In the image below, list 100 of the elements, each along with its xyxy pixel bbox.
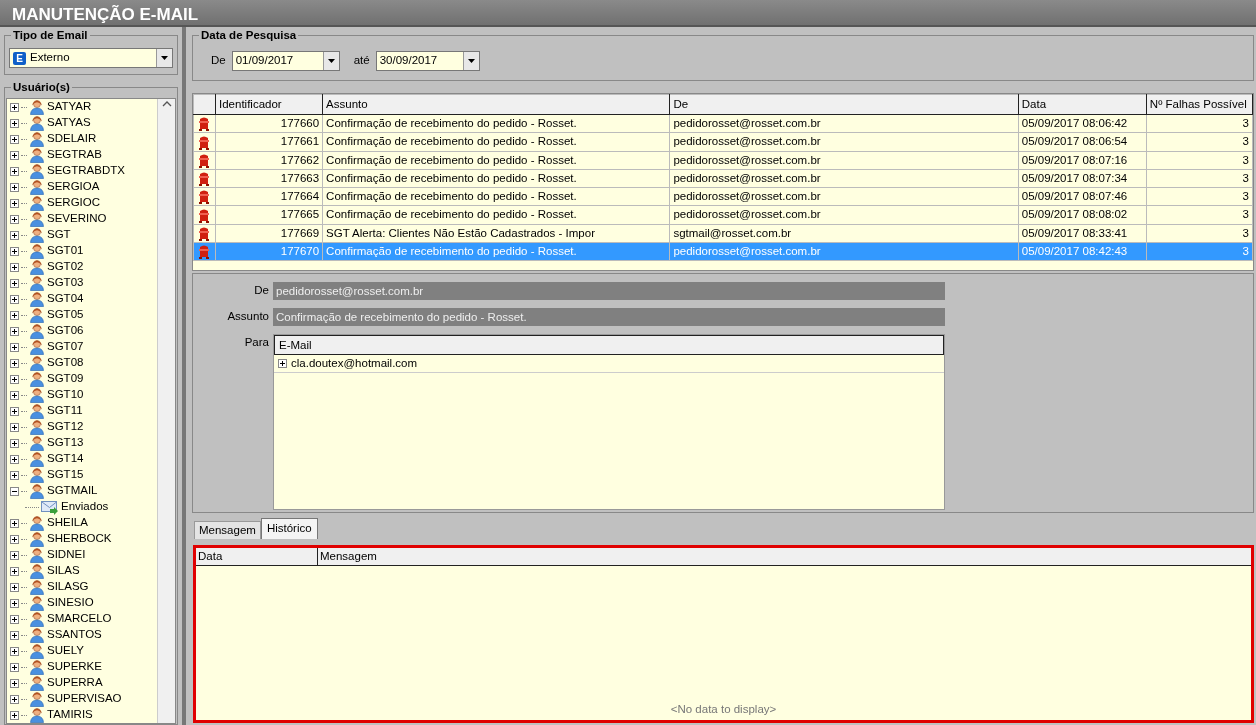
expand-icon[interactable] (278, 359, 287, 368)
tree-item[interactable]: SGT14 (7, 451, 157, 467)
date-field[interactable]: 01/09/2017 (231, 51, 340, 71)
expand-icon[interactable] (10, 262, 19, 272)
tree-item[interactable]: SHEILA (7, 515, 157, 531)
expand-icon[interactable] (10, 102, 19, 112)
scroll-up-icon[interactable] (161, 101, 172, 107)
tree-item[interactable]: SGT13 (7, 435, 157, 451)
scrollbar[interactable] (157, 99, 175, 723)
expand-icon[interactable] (10, 150, 19, 160)
expand-icon[interactable] (10, 566, 19, 576)
expand-icon[interactable] (10, 310, 19, 320)
tree-item[interactable]: SGT04 (7, 291, 157, 307)
table-row[interactable]: 177669 SGT Alerta: Clientes Não Estão Cadastrados - Impor sgtmail@rosset.com.br 05/09/2017 08:33:41 3 (193, 224, 1253, 243)
tree-item[interactable]: SERGIOC (7, 195, 157, 211)
tree-item[interactable]: SGTMAIL (7, 483, 157, 499)
expand-icon[interactable] (10, 438, 19, 448)
expand-icon[interactable] (10, 662, 19, 672)
table-row[interactable]: 177664 Confirmação de recebimento do pedido - Rosset. pedidorosset@rosset.com.br 05/09/2017 08:07:46 3 (193, 187, 1253, 206)
tree-item[interactable]: SILASG (7, 579, 157, 595)
tab[interactable]: Mensagem (194, 521, 261, 539)
expand-icon[interactable] (10, 246, 19, 256)
expand-icon[interactable] (10, 694, 19, 704)
recipient-row[interactable]: cla.doutex@hotmail.com (274, 355, 944, 373)
tree-item[interactable]: SGT07 (7, 339, 157, 355)
expand-icon[interactable] (10, 422, 19, 432)
tree-item[interactable]: SGT03 (7, 275, 157, 291)
email-type-combo[interactable]: E Externo (9, 48, 173, 68)
expand-icon[interactable] (10, 406, 19, 416)
tree-item[interactable]: SATYAR (7, 99, 157, 115)
tree-item[interactable]: SMARCELO (7, 611, 157, 627)
expand-icon[interactable] (10, 550, 19, 560)
tree-item[interactable]: SGT05 (7, 307, 157, 323)
tree-item[interactable]: SUELY (7, 643, 157, 659)
tree-item[interactable]: SEGTRAB (7, 147, 157, 163)
tree-item[interactable]: SGT10 (7, 387, 157, 403)
expand-icon[interactable] (10, 598, 19, 608)
sender-field[interactable]: pedidorosset@rosset.com.br (273, 282, 945, 300)
expand-icon[interactable] (10, 582, 19, 592)
expand-icon[interactable] (10, 374, 19, 384)
dropdown-arrow-icon[interactable] (326, 58, 336, 64)
tree-item[interactable]: SILAS (7, 563, 157, 579)
table-row[interactable]: 177663 Confirmação de recebimento do pedido - Rosset. pedidorosset@rosset.com.br 05/09/2017 08:07:34 3 (193, 169, 1253, 188)
expand-icon[interactable] (10, 230, 19, 240)
tree-item[interactable]: SEVERINO (7, 211, 157, 227)
expand-icon[interactable] (10, 678, 19, 688)
column-header[interactable]: Data (1018, 94, 1147, 115)
expand-icon[interactable] (10, 118, 19, 128)
expand-icon[interactable] (10, 534, 19, 544)
tree-item[interactable]: SGT15 (7, 467, 157, 483)
column-header[interactable]: De (669, 94, 1019, 115)
table-row[interactable]: 177665 Confirmação de recebimento do pedido - Rosset. pedidorosset@rosset.com.br 05/09/2017 08:08:02 3 (193, 205, 1253, 224)
column-header[interactable]: E-Mail (274, 335, 944, 355)
expand-icon[interactable] (10, 454, 19, 464)
tree-item[interactable]: SGT06 (7, 323, 157, 339)
subject-field[interactable]: Confirmação de recebimento do pedido - Rosset. (273, 308, 945, 326)
expand-icon[interactable] (10, 134, 19, 144)
dropdown-arrow-icon[interactable] (160, 55, 169, 61)
expand-icon[interactable] (10, 646, 19, 656)
expand-icon[interactable] (10, 198, 19, 208)
table-row[interactable]: 177662 Confirmação de recebimento do pedido - Rosset. pedidorosset@rosset.com.br 05/09/2017 08:07:16 3 (193, 151, 1253, 170)
column-header[interactable]: Nº Falhas Possível (1146, 94, 1253, 115)
expand-icon[interactable] (10, 518, 19, 528)
expand-icon[interactable] (10, 630, 19, 640)
tree-item[interactable]: SGT11 (7, 403, 157, 419)
expand-icon[interactable] (10, 710, 19, 720)
expand-icon[interactable] (10, 358, 19, 368)
tab[interactable]: Histórico (260, 518, 318, 539)
tree-item[interactable]: SIDNEI (7, 547, 157, 563)
expand-icon[interactable] (10, 342, 19, 352)
tree-item[interactable]: SGT09 (7, 371, 157, 387)
tree-item[interactable]: SUPERVISAO (7, 691, 157, 707)
expand-icon[interactable] (10, 390, 19, 400)
column-header[interactable]: Mensagem (318, 548, 379, 565)
tree-item[interactable]: Enviados (7, 499, 157, 515)
tree-item[interactable]: SINESIO (7, 595, 157, 611)
expand-icon[interactable] (10, 614, 19, 624)
column-header[interactable]: Assunto (322, 94, 670, 115)
tree-item[interactable]: SDELAIR (7, 131, 157, 147)
expand-icon[interactable] (10, 470, 19, 480)
expand-icon[interactable] (10, 166, 19, 176)
tree-item[interactable]: SGT08 (7, 355, 157, 371)
date-field[interactable]: 30/09/2017 (375, 51, 480, 71)
tree-item[interactable]: SSANTOS (7, 627, 157, 643)
expand-icon[interactable] (10, 326, 19, 336)
tree-item[interactable]: SGT02 (7, 259, 157, 275)
tree-item[interactable]: SEGTRABDTX (7, 163, 157, 179)
tree-item[interactable]: SATYAS (7, 115, 157, 131)
expand-icon[interactable] (10, 278, 19, 288)
tree-item[interactable]: SERGIOA (7, 179, 157, 195)
tree-item[interactable]: SUPERKE (7, 659, 157, 675)
collapse-icon[interactable] (10, 486, 19, 496)
tree-item[interactable]: SHERBOCK (7, 531, 157, 547)
expand-icon[interactable] (10, 214, 19, 224)
expand-icon[interactable] (10, 294, 19, 304)
tree-item[interactable]: SGT (7, 227, 157, 243)
tree-item[interactable]: TAMIRIS (7, 707, 157, 723)
table-row[interactable]: 177661 Confirmação de recebimento do pedido - Rosset. pedidorosset@rosset.com.br 05/09/2017 08:06:54 3 (193, 132, 1253, 151)
column-header[interactable]: Data (196, 548, 318, 565)
tree-item[interactable]: SUPERRA (7, 675, 157, 691)
